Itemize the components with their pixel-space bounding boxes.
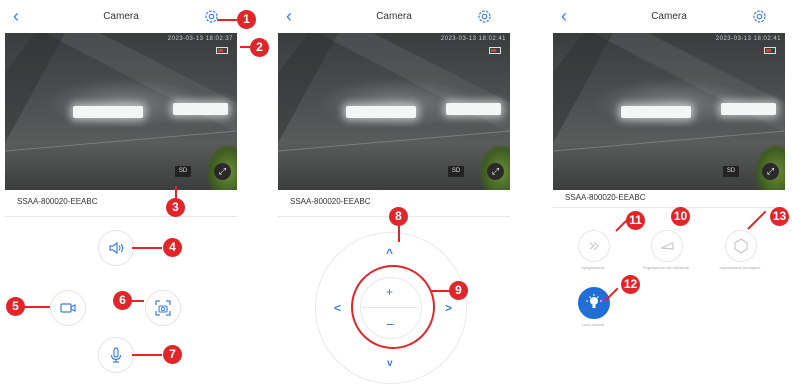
gear-icon[interactable] <box>476 8 493 25</box>
top-bar: ‹ Camera <box>553 0 785 33</box>
function-label: Impostazioni immagine <box>719 265 761 270</box>
marker-7: 7 <box>163 345 182 364</box>
marker-10: 10 <box>671 207 690 226</box>
image-settings-icon <box>734 238 748 254</box>
speaker-icon <box>109 241 124 255</box>
marker-5: 5 <box>6 297 25 316</box>
video-feed[interactable]: 2023-03-13 18:02:37 SD ⤢ <box>5 33 237 190</box>
light-on-button[interactable] <box>578 287 610 319</box>
marker-6: 6 <box>113 291 132 310</box>
power-icon <box>589 241 599 251</box>
callout-line <box>132 354 162 356</box>
device-name: SSAA-800020-EEABC <box>17 197 98 206</box>
marker-9: 9 <box>449 281 468 300</box>
ceiling-lamp <box>721 103 776 115</box>
camera-screen-live: ‹ Camera 2023-03-13 18:02:37 SD ⤢ SSAA-8… <box>5 0 237 388</box>
video-feed[interactable]: 2023-03-13 18:02:41 SD ⤢ <box>553 33 785 190</box>
video-camera-icon <box>60 303 76 313</box>
ceiling-lamp <box>621 106 691 118</box>
timestamp: 2023-03-13 18:02:41 <box>440 36 506 42</box>
battery-icon <box>489 47 501 54</box>
sd-button[interactable]: SD <box>723 166 739 177</box>
camera-screen-functions: ‹ Camera 2023-03-13 18:02:41 SD ⤢ SSAA-8… <box>553 0 785 388</box>
divider <box>553 207 785 208</box>
callout-line <box>132 247 162 249</box>
expand-icon[interactable]: ⤢ <box>762 163 779 180</box>
marker-1: 1 <box>237 10 256 29</box>
marker-8: 8 <box>389 207 408 226</box>
record-button[interactable] <box>50 290 86 326</box>
function-label: Regolazione del rilevatore <box>642 265 690 270</box>
top-bar: ‹ Camera <box>5 0 237 33</box>
marker-12: 12 <box>621 275 640 294</box>
top-bar: ‹ Camera <box>278 0 510 33</box>
timestamp: 2023-03-13 18:02:37 <box>167 36 233 42</box>
sensor-icon <box>660 242 674 250</box>
snapshot-button[interactable] <box>145 290 181 326</box>
sd-button[interactable]: SD <box>175 166 191 177</box>
ceiling-lamp <box>73 106 143 118</box>
detector-adjust-button[interactable] <box>651 230 683 262</box>
microphone-icon <box>110 347 122 363</box>
sd-button[interactable]: SD <box>448 166 464 177</box>
battery-icon <box>216 47 228 54</box>
pan-left-button[interactable]: < <box>334 301 341 315</box>
callout-line <box>398 224 400 242</box>
microphone-button[interactable] <box>98 337 134 373</box>
expand-icon[interactable]: ⤢ <box>487 163 504 180</box>
marker-4: 4 <box>163 238 182 257</box>
device-name: SSAA-800020-EEABC <box>565 193 646 202</box>
marker-2: 2 <box>250 38 269 57</box>
function-label: Spegnimento <box>581 265 605 270</box>
device-name: SSAA-800020-EEABC <box>290 197 371 206</box>
light-bulb-icon <box>586 294 602 308</box>
screenshot-camera-icon <box>155 300 171 316</box>
timestamp: 2023-03-13 18:02:41 <box>715 36 781 42</box>
pan-down-button[interactable]: v <box>387 358 393 369</box>
gear-icon[interactable] <box>203 8 220 25</box>
battery-icon <box>764 47 776 54</box>
pan-up-button[interactable]: ^ <box>386 246 393 260</box>
speaker-button[interactable] <box>98 230 134 266</box>
ceiling-lamp <box>446 103 501 115</box>
image-settings-button[interactable] <box>725 230 757 262</box>
pan-right-button[interactable]: > <box>445 301 452 315</box>
callout-line <box>217 19 237 21</box>
ceiling-lamp <box>346 106 416 118</box>
gear-icon[interactable] <box>751 8 768 25</box>
video-feed[interactable]: 2023-03-13 18:02:41 SD ⤢ <box>278 33 510 190</box>
highlight-circle <box>351 265 435 349</box>
ceiling-lamp <box>173 103 228 115</box>
marker-3: 3 <box>166 198 185 217</box>
divider <box>5 216 237 217</box>
marker-11: 11 <box>626 211 645 230</box>
marker-13: 13 <box>770 207 789 226</box>
power-off-button[interactable] <box>578 230 610 262</box>
function-label: Luce accesa <box>581 322 605 327</box>
expand-icon[interactable]: ⤢ <box>214 163 231 180</box>
